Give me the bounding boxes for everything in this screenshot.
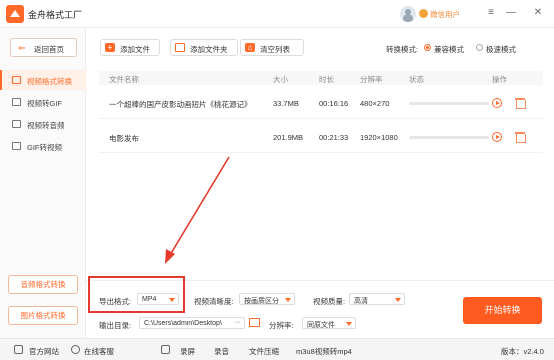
support-link[interactable]: 在线客服 xyxy=(84,346,114,357)
chevron-down-icon xyxy=(169,298,175,302)
resolution-select[interactable]: 同原文件 xyxy=(302,317,356,329)
support-icon xyxy=(71,345,80,354)
chevron-down-icon xyxy=(285,298,291,302)
open-folder-icon[interactable] xyxy=(249,318,260,327)
record-screen-icon xyxy=(161,345,170,354)
resolution-value: 同原文件 xyxy=(307,322,335,329)
output-dir-value: C:\Users\admin\Desktop\ xyxy=(144,320,222,327)
record-screen-link[interactable]: 录屏 xyxy=(180,346,195,357)
export-format-label: 导出格式: xyxy=(99,297,132,306)
quality-select[interactable]: 高清 xyxy=(349,293,405,305)
compress-link[interactable]: 文件压缩 xyxy=(249,346,279,357)
quality-value: 高清 xyxy=(354,298,368,305)
website-link[interactable]: 官方网站 xyxy=(29,346,59,357)
status-bar: 官方网站 在线客服 录屏 录音 文件压缩 m3u8视频转mp4 版本：v2.4.… xyxy=(0,338,554,360)
version-text: 版本：v2.4.0 xyxy=(501,347,544,356)
resolution-label: 分辨率: xyxy=(269,321,294,330)
definition-value: 按画质区分 xyxy=(244,298,279,305)
browse-dots-button[interactable]: ··· xyxy=(234,319,241,326)
quality-label: 视频质量: xyxy=(313,297,346,306)
export-format-select[interactable]: MP4 xyxy=(137,293,179,305)
output-dir-label: 输出目录: xyxy=(99,321,132,330)
export-format-value: MP4 xyxy=(142,296,157,303)
chevron-down-icon xyxy=(346,322,352,326)
m3u8-link[interactable]: m3u8视频转mp4 xyxy=(296,346,352,357)
definition-label: 视频清晰度: xyxy=(194,297,234,306)
output-dir-field[interactable]: C:\Users\admin\Desktop\ ··· xyxy=(139,317,245,329)
start-convert-button[interactable]: 开始转换 xyxy=(463,297,542,324)
website-icon xyxy=(14,345,23,354)
definition-select[interactable]: 按画质区分 xyxy=(239,293,295,305)
record-audio-link[interactable]: 录音 xyxy=(214,346,229,357)
chevron-down-icon xyxy=(395,298,401,302)
